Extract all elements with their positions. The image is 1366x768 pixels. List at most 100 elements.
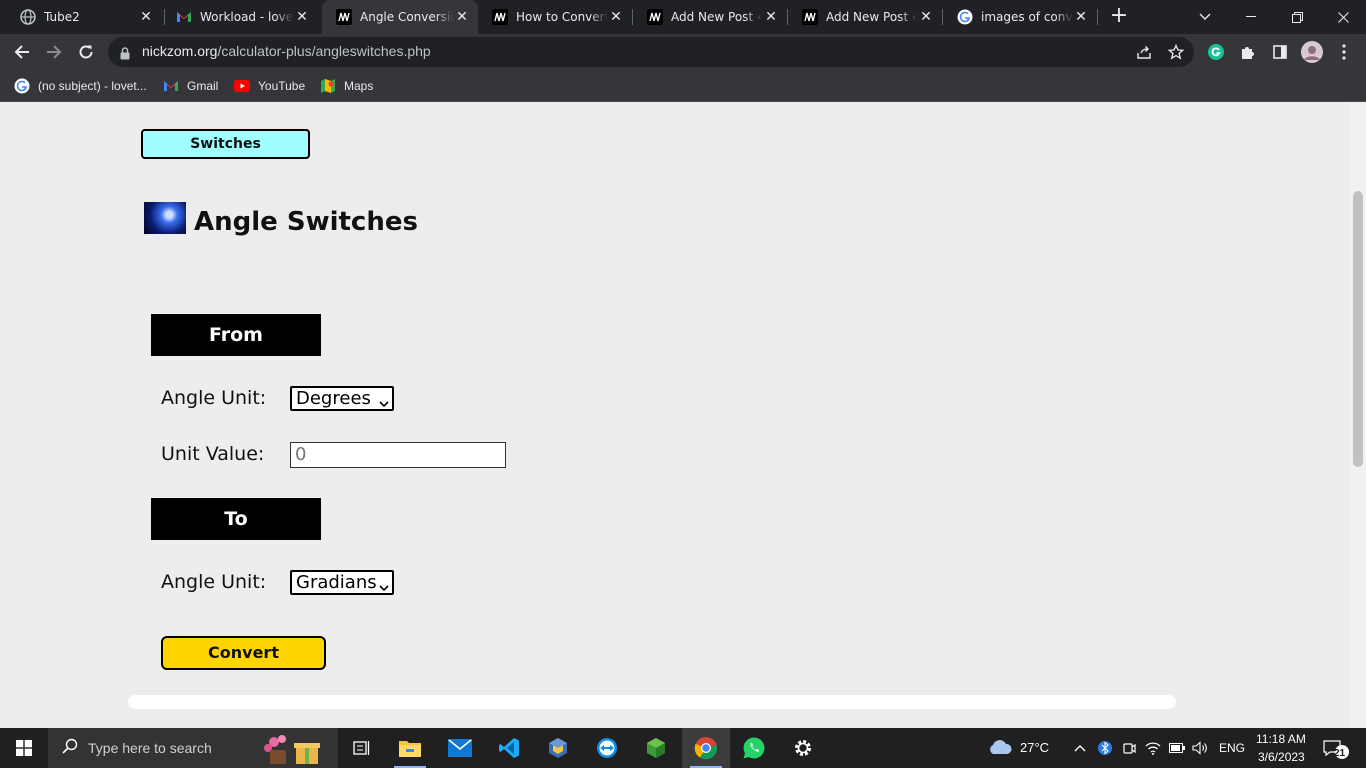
tab-search-chevron-icon[interactable] — [1182, 0, 1228, 34]
clock-date[interactable]: 3/6/2023 — [1258, 750, 1305, 764]
minimize-button[interactable] — [1228, 0, 1274, 34]
tab-how-to-convert[interactable]: How to Convert ✕ — [478, 0, 632, 34]
windows-taskbar: Type here to search 27°C ENG 11:18 AM 3/… — [0, 728, 1366, 768]
whatsapp-icon[interactable] — [730, 728, 778, 768]
close-icon[interactable]: ✕ — [294, 9, 310, 25]
nickzom-icon — [802, 9, 818, 25]
page-content: Switches Angle Switches From Angle Unit:… — [0, 103, 1350, 728]
close-icon[interactable]: ✕ — [918, 9, 934, 25]
bookmark-label: Gmail — [187, 79, 219, 93]
close-icon[interactable]: ✕ — [454, 9, 470, 25]
unit-value-label: Unit Value: — [161, 443, 265, 465]
tab-title: Add New Post ‹ N — [826, 10, 918, 24]
bluetooth-icon[interactable] — [1097, 740, 1113, 756]
url-host: nickzom.org — [142, 43, 218, 59]
nickzom-icon — [492, 9, 508, 25]
gmail-icon — [163, 78, 179, 94]
from-heading: From — [151, 314, 321, 356]
forward-button[interactable] — [40, 38, 68, 66]
tab-title: Workload - lovet — [200, 10, 294, 24]
reload-icon — [79, 45, 93, 59]
close-icon[interactable]: ✕ — [138, 9, 154, 25]
task-view-icon[interactable] — [338, 728, 386, 768]
page-scrollbar[interactable] — [1350, 103, 1366, 728]
mail-icon[interactable] — [436, 728, 484, 768]
close-icon[interactable]: ✕ — [1073, 9, 1089, 25]
battery-icon[interactable] — [1169, 740, 1185, 756]
scrollbar-thumb[interactable] — [1353, 191, 1363, 467]
new-tab-button[interactable]: + — [1108, 5, 1130, 28]
url-text[interactable]: nickzom.org/calculator-plus/angleswitche… — [142, 43, 431, 59]
reload-button[interactable] — [72, 38, 100, 66]
search-highlight-gift-icon — [264, 735, 320, 764]
restore-button[interactable] — [1274, 0, 1320, 34]
input-language[interactable]: ENG — [1219, 741, 1245, 755]
page-title: Angle Switches — [194, 207, 418, 237]
address-bar[interactable]: nickzom.org/calculator-plus/angleswitche… — [108, 37, 1194, 67]
lock-icon[interactable] — [120, 45, 130, 64]
meet-now-icon[interactable] — [1121, 740, 1137, 756]
bookmark-maps[interactable]: Maps — [320, 76, 373, 96]
weather-cloud-icon[interactable] — [987, 739, 1013, 755]
gmail-icon — [176, 9, 192, 25]
tab-title: How to Convert — [516, 10, 608, 24]
notification-count-badge: 21 — [1334, 748, 1346, 759]
nickzom-icon — [647, 9, 663, 25]
tab-tube2[interactable]: Tube2 ✕ — [6, 0, 162, 34]
settings-gear-icon[interactable] — [779, 728, 827, 768]
chevron-up-icon[interactable] — [1072, 740, 1088, 756]
bookmark-gmail[interactable]: Gmail — [163, 76, 218, 96]
bookmark-youtube[interactable]: YouTube — [234, 76, 305, 96]
from-angle-unit-value: Degrees — [296, 388, 371, 409]
wifi-icon[interactable] — [1145, 740, 1161, 756]
bookmarks-bar: (no subject) - lovet... Gmail YouTube Ma… — [0, 70, 1366, 102]
close-icon[interactable]: ✕ — [763, 9, 779, 25]
bookmark-label: YouTube — [258, 79, 306, 93]
virtualbox-icon[interactable] — [534, 728, 582, 768]
unit-value-input[interactable]: 0 — [290, 442, 506, 468]
side-panel-icon[interactable] — [1266, 38, 1294, 66]
grammarly-extension-icon[interactable] — [1202, 38, 1230, 66]
tab-separator — [1097, 9, 1098, 25]
start-button[interactable] — [0, 728, 48, 768]
clock-time[interactable]: 11:18 AM — [1256, 732, 1306, 746]
back-button[interactable] — [8, 38, 36, 66]
extensions-puzzle-icon[interactable] — [1234, 38, 1262, 66]
tab-strip: Tube2 ✕ Workload - lovet ✕ Angle Convers… — [0, 0, 1366, 34]
tab-add-new-post-1[interactable]: Add New Post ‹ N ✕ — [633, 0, 787, 34]
profile-avatar[interactable] — [1298, 38, 1326, 66]
chrome-taskbar-icon[interactable] — [682, 728, 730, 768]
youtube-icon — [234, 78, 250, 94]
taskbar-search-placeholder: Type here to search — [88, 740, 212, 756]
chevron-down-icon — [379, 392, 389, 413]
vscode-icon[interactable] — [485, 728, 533, 768]
close-window-button[interactable] — [1320, 0, 1366, 34]
maps-icon — [320, 78, 336, 94]
tab-title: images of conver — [981, 10, 1073, 24]
convert-button[interactable]: Convert — [161, 636, 326, 670]
from-angle-unit-select[interactable]: Degrees — [290, 386, 394, 411]
teamviewer-icon[interactable] — [583, 728, 631, 768]
chrome-menu-icon[interactable] — [1330, 38, 1358, 66]
to-angle-unit-select[interactable]: Gradians — [290, 570, 394, 595]
file-explorer-icon[interactable] — [386, 728, 434, 768]
share-icon[interactable] — [1136, 44, 1152, 60]
windows-logo-icon — [16, 740, 32, 756]
switches-button[interactable]: Switches — [141, 129, 310, 159]
bookmark-star-icon[interactable] — [1168, 44, 1184, 60]
to-angle-unit-label: Angle Unit: — [161, 571, 267, 593]
tab-title: Tube2 — [44, 10, 80, 24]
tab-add-new-post-2[interactable]: Add New Post ‹ N ✕ — [788, 0, 942, 34]
result-panel — [128, 695, 1176, 709]
tab-angle-conversion[interactable]: Angle Conversion ✕ — [322, 0, 478, 34]
tab-images-of-conver[interactable]: images of conver ✕ — [943, 0, 1097, 34]
tab-title: Angle Conversion — [360, 10, 454, 24]
bookmark-no-subject[interactable]: (no subject) - lovet... — [14, 76, 147, 96]
close-icon[interactable]: ✕ — [608, 9, 624, 25]
google-icon — [14, 78, 30, 94]
weather-temperature[interactable]: 27°C — [1020, 740, 1049, 755]
tab-workload[interactable]: Workload - lovet ✕ — [162, 0, 318, 34]
volume-icon[interactable] — [1192, 740, 1208, 756]
google-icon — [957, 9, 973, 25]
3d-cube-app-icon[interactable] — [632, 728, 680, 768]
